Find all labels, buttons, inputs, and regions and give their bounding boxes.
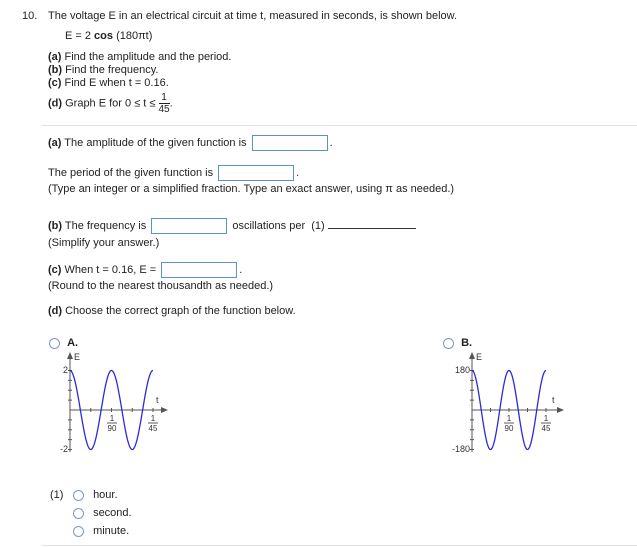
x-tick-1-num: 1 bbox=[110, 414, 115, 423]
part-text: Find E when t = 0.16. bbox=[61, 77, 169, 89]
part-a-instruction: (a) Find the amplitude and the period. bbox=[48, 51, 231, 63]
option-b[interactable]: B. bbox=[443, 337, 472, 349]
unit-option-minute[interactable]: minute. bbox=[73, 525, 129, 537]
period-dot: . bbox=[296, 166, 300, 179]
divider bbox=[42, 125, 637, 126]
amplitude-input[interactable] bbox=[251, 135, 328, 151]
part-text: Find the amplitude and the period. bbox=[61, 51, 232, 63]
y-min-label: -2 bbox=[60, 444, 68, 454]
y-min-label: -180 bbox=[452, 444, 470, 454]
x-axis-label: t bbox=[156, 395, 159, 405]
period-row: The period of the given function is . bbox=[48, 165, 299, 181]
graph-instruction: (d) Choose the correct graph of the func… bbox=[48, 305, 296, 317]
amplitude-text: The amplitude of the given function is bbox=[61, 136, 247, 149]
equation: E = 2 cos (180πt) bbox=[65, 30, 152, 42]
fraction-numerator: 1 bbox=[161, 92, 167, 103]
part-label: (b) bbox=[48, 219, 63, 232]
unit-option-radio[interactable] bbox=[73, 525, 84, 537]
unit-choices-label: (1) bbox=[50, 489, 64, 501]
y-max-label: 2 bbox=[63, 365, 68, 375]
question-prompt: The voltage E in an electrical circuit a… bbox=[48, 10, 458, 22]
part-label: (d) bbox=[48, 97, 63, 110]
part-b-instruction: (b) Find the frequency. bbox=[48, 64, 158, 76]
part-label: (a) bbox=[48, 51, 62, 63]
part-label: (c) bbox=[48, 263, 62, 276]
part-c-instruction: (c) Find E when t = 0.16. bbox=[48, 77, 169, 89]
amplitude-row: (a) The amplitude of the given function … bbox=[48, 135, 333, 151]
fraction-denominator: 45 bbox=[158, 103, 170, 115]
frequency-row: (b) The frequency is oscillations per (1… bbox=[48, 218, 416, 234]
unit-option-hour[interactable]: hour. bbox=[73, 489, 118, 501]
e-value-input[interactable] bbox=[161, 262, 238, 278]
x-axis-arrow bbox=[161, 407, 168, 413]
x-tick-1-den: 90 bbox=[108, 424, 117, 433]
graph-b: E t 180 -180 1 90 1 45 bbox=[452, 352, 564, 454]
unit-option-label: minute. bbox=[93, 525, 130, 537]
unit-option-label: second. bbox=[93, 507, 132, 519]
x-tick-1-den: 90 bbox=[505, 424, 514, 433]
divider bbox=[42, 545, 637, 546]
part-text: Find the frequency. bbox=[62, 64, 159, 76]
e-value-row: (c) When t = 0.16, E = . bbox=[48, 262, 242, 278]
period-text: The period of the given function is bbox=[48, 166, 214, 179]
period-suffix: . bbox=[169, 97, 173, 110]
option-a-label: A. bbox=[67, 337, 79, 349]
y-axis-label: E bbox=[476, 352, 482, 362]
option-b-label: B. bbox=[461, 337, 473, 349]
period-dot: . bbox=[239, 263, 243, 276]
y-axis-arrow bbox=[67, 352, 73, 359]
x-tick-1-num: 1 bbox=[507, 414, 512, 423]
question-number: 10. bbox=[22, 10, 38, 22]
part-d-instruction: (d) Graph E for 0 ≤ t ≤ 1 45. bbox=[48, 92, 173, 115]
period-hint: (Type an integer or a simplified fractio… bbox=[48, 183, 455, 195]
frequency-units: oscillations per bbox=[232, 219, 306, 232]
graph-a: E t 2 -2 1 90 1 45 bbox=[60, 352, 168, 454]
x-tick-2-den: 45 bbox=[542, 424, 551, 433]
fraction: 1 45 bbox=[158, 92, 170, 115]
unit-option-radio[interactable] bbox=[73, 489, 84, 501]
equation-arg: (180πt) bbox=[113, 30, 153, 42]
x-axis-arrow bbox=[557, 407, 564, 413]
x-tick-2-num: 1 bbox=[151, 414, 156, 423]
frequency-hint: (Simplify your answer.) bbox=[48, 237, 160, 249]
x-tick-2-num: 1 bbox=[544, 414, 549, 423]
period-input[interactable] bbox=[218, 165, 295, 181]
y-max-label: 180 bbox=[455, 365, 470, 375]
e-value-hint: (Round to the nearest thousandth as need… bbox=[48, 280, 274, 292]
x-tick-2-den: 45 bbox=[149, 424, 158, 433]
part-label: (b) bbox=[48, 64, 63, 76]
part-label: (c) bbox=[48, 77, 62, 89]
part-label: (a) bbox=[48, 136, 62, 149]
unit-option-radio[interactable] bbox=[73, 507, 84, 519]
y-axis-label: E bbox=[74, 352, 80, 362]
e-value-text: When t = 0.16, E = bbox=[61, 263, 157, 276]
graph-instruction-text: Choose the correct graph of the function… bbox=[62, 305, 296, 317]
option-a[interactable]: A. bbox=[49, 337, 78, 349]
unit-option-second[interactable]: second. bbox=[73, 507, 132, 519]
option-b-radio[interactable] bbox=[443, 337, 454, 349]
x-axis-label: t bbox=[552, 395, 555, 405]
period-dot: . bbox=[329, 136, 333, 149]
equation-prefix: E = 2 bbox=[65, 30, 95, 42]
unit-option-label: hour. bbox=[93, 489, 118, 501]
equation-func: cos bbox=[94, 30, 114, 42]
y-axis-arrow bbox=[469, 352, 475, 359]
frequency-input[interactable] bbox=[151, 218, 228, 234]
unit-blank-label: (1) bbox=[311, 219, 325, 232]
part-label: (d) bbox=[48, 305, 63, 317]
part-text: Graph E for 0 ≤ t ≤ bbox=[62, 97, 159, 110]
option-a-radio[interactable] bbox=[49, 337, 60, 349]
frequency-text: The frequency is bbox=[62, 219, 147, 232]
unit-blank[interactable] bbox=[327, 227, 416, 229]
